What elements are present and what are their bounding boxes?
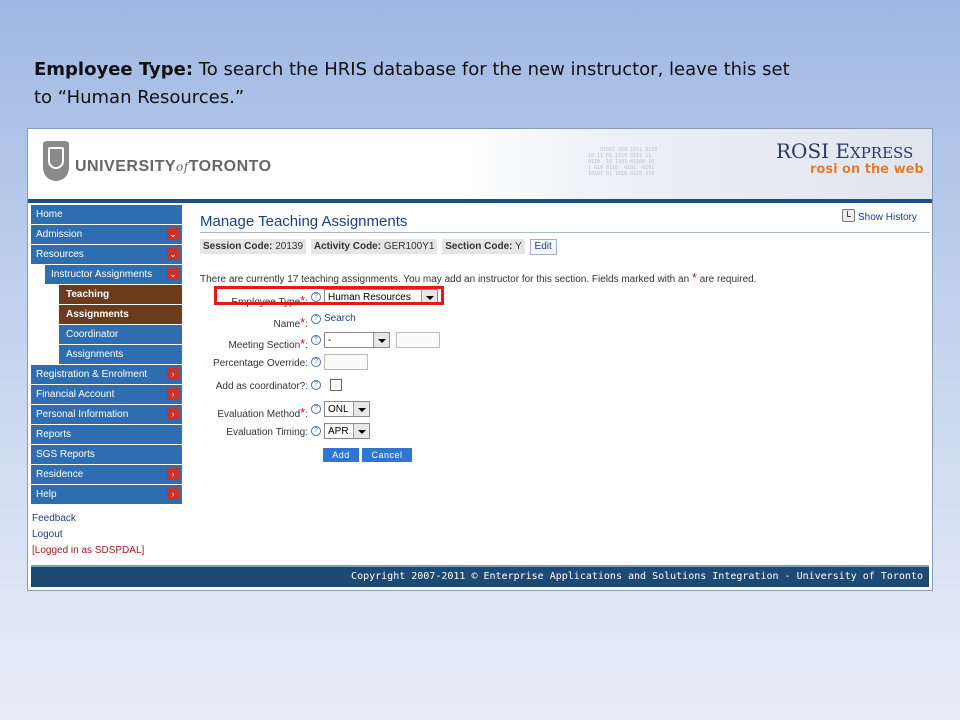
percentage-override-input[interactable] bbox=[324, 354, 368, 370]
meeting-section-input[interactable] bbox=[395, 332, 440, 348]
sidebar-item-financial-account[interactable]: Financial Account › bbox=[31, 385, 182, 404]
sidebar-links: Feedback Logout [Logged in as SDSPDAL] bbox=[32, 511, 144, 559]
chevron-right-icon[interactable]: › bbox=[167, 468, 179, 480]
form-buttons: Add Cancel bbox=[323, 445, 415, 463]
evaluation-method-row: Evaluation Method*: ? ONL bbox=[200, 401, 600, 421]
crest-icon bbox=[43, 141, 69, 181]
percentage-override-label: Percentage Override: bbox=[212, 358, 308, 369]
chevron-right-icon[interactable]: › bbox=[167, 368, 179, 380]
sidebar-item-registration[interactable]: Registration & Enrolment › bbox=[31, 365, 182, 384]
show-history-link[interactable]: Show History bbox=[842, 209, 917, 223]
add-coordinator-label: Add as coordinator?: bbox=[215, 381, 308, 392]
evaluation-method-label: Evaluation Method*: bbox=[217, 405, 308, 420]
help-icon[interactable]: ? bbox=[311, 426, 321, 436]
sidebar-item-instructor-assignments[interactable]: Instructor Assignments ⌄ bbox=[45, 265, 182, 284]
dropdown-arrow-icon[interactable] bbox=[353, 424, 369, 438]
help-icon[interactable]: ? bbox=[311, 380, 321, 390]
university-logo: UNIVERSITYofTORONTO bbox=[75, 158, 272, 175]
name-label: Name*: bbox=[273, 315, 308, 330]
chevron-right-icon[interactable]: › bbox=[167, 388, 179, 400]
meeting-section-select[interactable]: - bbox=[324, 332, 390, 348]
coordinator-checkbox[interactable] bbox=[330, 379, 342, 391]
chevron-right-icon[interactable]: › bbox=[167, 408, 179, 420]
intro-text: There are currently 17 teaching assignme… bbox=[200, 270, 757, 285]
expand-icon[interactable]: ⌄ bbox=[167, 268, 179, 280]
sidebar-item-admission[interactable]: Admission ⌄ bbox=[31, 225, 182, 244]
rosi-screenshot: UNIVERSITYofTORONTO 01001 010 1011 0110 … bbox=[27, 128, 933, 591]
sidebar-item-teaching-assignments[interactable]: Assignments bbox=[59, 305, 182, 324]
help-icon[interactable]: ? bbox=[311, 335, 321, 345]
sidebar-item-coordinator-assignments[interactable]: Assignments bbox=[59, 345, 182, 364]
employee-type-highlight bbox=[214, 286, 444, 305]
meeting-section-row: Meeting Section*: ? - bbox=[200, 332, 600, 352]
expand-icon[interactable]: ⌄ bbox=[167, 228, 179, 240]
sidebar: Home Admission ⌄ Resources ⌄ Instructor As… bbox=[31, 205, 182, 505]
slide-caption: Employee Type: To search the HRIS databa… bbox=[34, 56, 794, 112]
required-star: * bbox=[691, 270, 697, 285]
sidebar-item-resources[interactable]: Resources ⌄ bbox=[31, 245, 182, 264]
activity-code: Activity Code: GER100Y1 bbox=[310, 239, 438, 254]
header: UNIVERSITYofTORONTO 01001 010 1011 0110 … bbox=[28, 129, 932, 199]
logout-link[interactable]: Logout bbox=[32, 527, 144, 543]
sidebar-item-personal-information[interactable]: Personal Information › bbox=[31, 405, 182, 424]
binary-decoration: 01001 010 1011 0110 10 11 01 1010 0101 1… bbox=[588, 147, 658, 177]
dropdown-arrow-icon[interactable] bbox=[373, 333, 389, 347]
caption-bold: Employee Type: bbox=[34, 59, 194, 80]
meeting-section-label: Meeting Section*: bbox=[228, 336, 308, 351]
help-icon[interactable]: ? bbox=[311, 357, 321, 367]
history-icon bbox=[842, 209, 855, 222]
code-bar: Session Code: 20139 Activity Code: GER10… bbox=[200, 239, 557, 255]
sidebar-item-residence[interactable]: Residence › bbox=[31, 465, 182, 484]
percentage-override-row: Percentage Override: ? bbox=[200, 354, 600, 374]
add-coordinator-row: Add as coordinator?: ? bbox=[200, 377, 600, 397]
evaluation-timing-label: Evaluation Timing: bbox=[226, 427, 308, 438]
help-icon[interactable]: ? bbox=[311, 404, 321, 414]
help-icon[interactable]: ? bbox=[311, 314, 321, 324]
chevron-right-icon[interactable]: › bbox=[167, 488, 179, 500]
expand-icon[interactable]: ⌄ bbox=[167, 248, 179, 260]
feedback-link[interactable]: Feedback bbox=[32, 511, 144, 527]
dropdown-arrow-icon[interactable] bbox=[353, 402, 369, 416]
sidebar-item-coordinator[interactable]: Coordinator bbox=[59, 325, 182, 344]
session-code: Session Code: 20139 bbox=[200, 239, 307, 254]
section-code: Section Code: Y bbox=[442, 239, 525, 254]
evaluation-timing-row: Evaluation Timing: ? APR bbox=[200, 423, 600, 443]
sidebar-item-reports[interactable]: Reports bbox=[31, 425, 182, 444]
sidebar-item-teaching[interactable]: Teaching bbox=[59, 285, 182, 304]
cancel-button[interactable]: Cancel bbox=[362, 448, 412, 462]
sidebar-item-home[interactable]: Home bbox=[31, 205, 182, 224]
evaluation-method-select[interactable]: ONL bbox=[324, 401, 370, 417]
edit-button[interactable]: Edit bbox=[529, 239, 557, 255]
page-title: Manage Teaching Assignments bbox=[200, 213, 408, 230]
logged-in-status: [Logged in as SDSPDAL] bbox=[32, 545, 145, 556]
add-button[interactable]: Add bbox=[323, 448, 359, 462]
rosi-express-logo: ROSI EXPRESS bbox=[776, 139, 914, 163]
sidebar-item-help[interactable]: Help › bbox=[31, 485, 182, 504]
name-row: Name*: ? Search bbox=[200, 311, 600, 331]
search-link[interactable]: Search bbox=[324, 313, 356, 324]
evaluation-timing-select[interactable]: APR bbox=[324, 423, 370, 439]
rosi-tagline: rosi on the web bbox=[810, 162, 924, 177]
copyright-footer: Copyright 2007-2011 © Enterprise Applica… bbox=[31, 567, 929, 587]
sidebar-item-sgs-reports[interactable]: SGS Reports bbox=[31, 445, 182, 464]
